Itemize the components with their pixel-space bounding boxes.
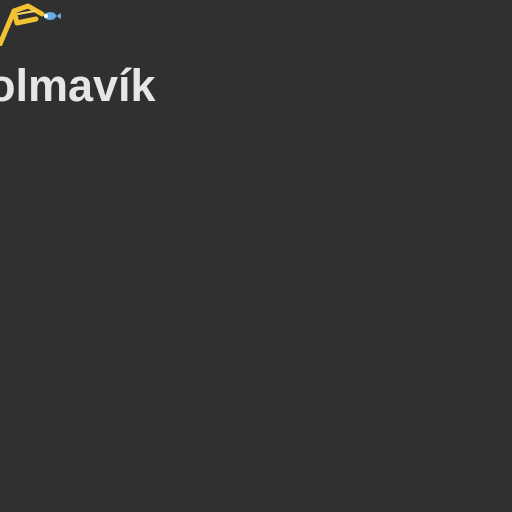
page: olmavík — [0, 0, 512, 512]
fishing-rod-logo-icon — [0, 3, 61, 46]
page-title: olmavík — [0, 60, 156, 111]
